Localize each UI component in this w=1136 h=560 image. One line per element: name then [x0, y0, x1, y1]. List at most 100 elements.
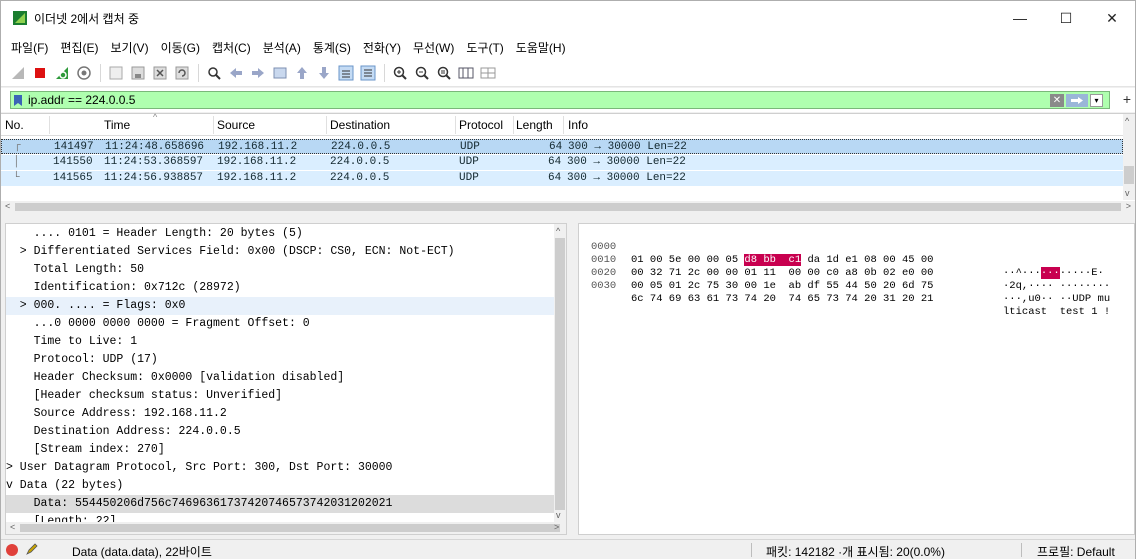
detail-row[interactable]: v Data (22 bytes) [6, 477, 554, 495]
scroll-thumb[interactable] [20, 524, 560, 532]
apply-filter-button[interactable] [1066, 94, 1088, 107]
maximize-button[interactable]: ☐ [1043, 1, 1089, 35]
expert-info-icon[interactable] [6, 544, 18, 556]
hex-ascii: lticast test 1 ! [1003, 306, 1111, 318]
display-filter-input[interactable] [25, 92, 925, 108]
packet-source: 192.168.11.2 [217, 172, 297, 184]
zoom-out-icon[interactable] [413, 65, 430, 82]
packet-source: 192.168.11.2 [218, 141, 298, 153]
packet-list-vertical-scrollbar[interactable]: ^ v [1123, 114, 1135, 200]
close-file-icon[interactable] [151, 65, 168, 82]
hex-row[interactable]: 0020 00 05 01 2c 75 30 00 1e ab df 55 44… [579, 254, 1134, 305]
close-button[interactable]: ✕ [1089, 1, 1135, 35]
scroll-up-arrow-icon[interactable]: ^ [556, 226, 560, 236]
scroll-thumb[interactable] [555, 238, 565, 510]
scroll-right-arrow-icon[interactable]: > [1126, 201, 1131, 211]
reload-file-icon[interactable] [173, 65, 190, 82]
save-file-icon[interactable] [129, 65, 146, 82]
menu-capture[interactable]: 캡처(C) [206, 37, 257, 59]
packet-row[interactable]: ┌ 141497 11:24:48.658696 192.168.11.2 22… [1, 139, 1123, 154]
packet-details-pane: .... 0101 = Header Length: 20 bytes (5) … [5, 223, 567, 535]
menu-view[interactable]: 보기(V) [104, 37, 154, 59]
scroll-down-arrow-icon[interactable]: v [1125, 188, 1130, 198]
toolbar-divider [100, 64, 101, 82]
detail-row[interactable]: Identification: 0x712c (28972) [6, 279, 554, 297]
details-horizontal-scrollbar[interactable]: < > [6, 522, 566, 534]
packet-info: 300 → 30000 Len=22 [567, 172, 686, 184]
packet-row[interactable]: └ 141565 11:24:56.938857 192.168.11.2 22… [1, 171, 1123, 186]
menu-tools[interactable]: 도구(T) [460, 37, 509, 59]
restart-capture-icon[interactable] [53, 65, 70, 82]
last-packet-icon[interactable] [315, 65, 332, 82]
edit-comment-icon[interactable] [25, 542, 39, 559]
column-divider [513, 116, 514, 134]
detail-row[interactable]: Time to Live: 1 [6, 333, 554, 351]
scroll-left-arrow-icon[interactable]: < [10, 522, 15, 532]
scroll-thumb[interactable] [15, 203, 1121, 211]
packet-list: No. Time ^ Source Destination Protocol L… [1, 112, 1135, 213]
layout-icon[interactable] [479, 65, 496, 82]
detail-row[interactable]: Total Length: 50 [6, 261, 554, 279]
resize-columns-icon[interactable] [457, 65, 474, 82]
menu-file[interactable]: 파일(F) [5, 37, 54, 59]
menu-help[interactable]: 도움말(H) [510, 37, 572, 59]
column-destination[interactable]: Destination [330, 118, 390, 132]
scroll-left-arrow-icon[interactable]: < [5, 201, 10, 211]
capture-options-icon[interactable] [75, 65, 92, 82]
status-profile[interactable]: 프로필: Default [1037, 543, 1115, 560]
menu-telephony[interactable]: 전화(Y) [357, 37, 407, 59]
scroll-down-arrow-icon[interactable]: v [556, 510, 561, 520]
detail-row[interactable]: .... 0101 = Header Length: 20 bytes (5) [6, 225, 554, 243]
scroll-thumb[interactable] [1124, 166, 1134, 184]
detail-row[interactable]: > 000. .... = Flags: 0x0 [6, 297, 554, 315]
column-source[interactable]: Source [217, 118, 255, 132]
hex-row[interactable]: 0030 6c 74 69 63 61 73 74 20 74 65 73 74… [579, 267, 1134, 318]
filter-dropdown-icon[interactable]: ▾ [1090, 94, 1103, 107]
autoscroll-icon[interactable] [337, 65, 354, 82]
minimize-button[interactable]: — [997, 1, 1043, 35]
open-file-icon[interactable] [107, 65, 124, 82]
hex-row[interactable]: 0000 01 00 5e 00 00 05 d8 bb c1 da 1d e1… [579, 228, 1134, 279]
detail-row[interactable]: Header Checksum: 0x0000 [validation disa… [6, 369, 554, 387]
menu-analyze[interactable]: 분석(A) [257, 37, 307, 59]
go-forward-icon[interactable] [249, 65, 266, 82]
detail-row[interactable]: > Differentiated Services Field: 0x00 (D… [6, 243, 554, 261]
related-packet-bracket: │ [13, 156, 20, 168]
detail-row-selected[interactable]: Data: 554450206d756c74696361737420746573… [6, 495, 554, 513]
scroll-right-arrow-icon[interactable]: > [554, 522, 559, 532]
first-packet-icon[interactable] [293, 65, 310, 82]
clear-filter-button[interactable]: ✕ [1050, 94, 1064, 107]
menu-edit[interactable]: 편집(E) [54, 37, 104, 59]
detail-row[interactable]: Source Address: 192.168.11.2 [6, 405, 554, 423]
detail-row[interactable]: [Header checksum status: Unverified] [6, 387, 554, 405]
packet-row[interactable]: │ 141550 11:24:53.368597 192.168.11.2 22… [1, 155, 1123, 170]
go-to-packet-icon[interactable] [271, 65, 288, 82]
details-vertical-scrollbar[interactable]: ^ v [554, 224, 566, 522]
column-length[interactable]: Length [516, 118, 553, 132]
packet-list-horizontal-scrollbar[interactable]: < > [1, 201, 1135, 213]
column-protocol[interactable]: Protocol [459, 118, 503, 132]
go-back-icon[interactable] [227, 65, 244, 82]
detail-row[interactable]: Destination Address: 224.0.0.5 [6, 423, 554, 441]
column-time[interactable]: Time [104, 118, 130, 132]
detail-row[interactable]: > User Datagram Protocol, Src Port: 300,… [6, 459, 554, 477]
column-no[interactable]: No. [5, 118, 24, 132]
packet-protocol: UDP [459, 172, 479, 184]
detail-row[interactable]: ...0 0000 0000 0000 = Fragment Offset: 0 [6, 315, 554, 333]
colorize-icon[interactable] [359, 65, 376, 82]
menu-go[interactable]: 이동(G) [155, 37, 206, 59]
zoom-in-icon[interactable] [391, 65, 408, 82]
normal-size-icon[interactable] [435, 65, 452, 82]
add-filter-button[interactable]: + [1123, 91, 1131, 107]
detail-row[interactable]: [Stream index: 270] [6, 441, 554, 459]
hex-row[interactable]: 0010 00 32 71 2c 00 00 01 11 00 00 c0 a8… [579, 241, 1134, 292]
column-info[interactable]: Info [568, 118, 588, 132]
menu-statistics[interactable]: 통계(S) [307, 37, 357, 59]
scroll-up-arrow-icon[interactable]: ^ [1125, 116, 1129, 126]
menu-wireless[interactable]: 무선(W) [407, 37, 460, 59]
start-capture-icon[interactable] [9, 65, 26, 82]
stop-capture-icon[interactable] [31, 65, 48, 82]
detail-row[interactable]: Protocol: UDP (17) [6, 351, 554, 369]
bookmark-icon[interactable] [11, 92, 25, 108]
find-packet-icon[interactable] [205, 65, 222, 82]
